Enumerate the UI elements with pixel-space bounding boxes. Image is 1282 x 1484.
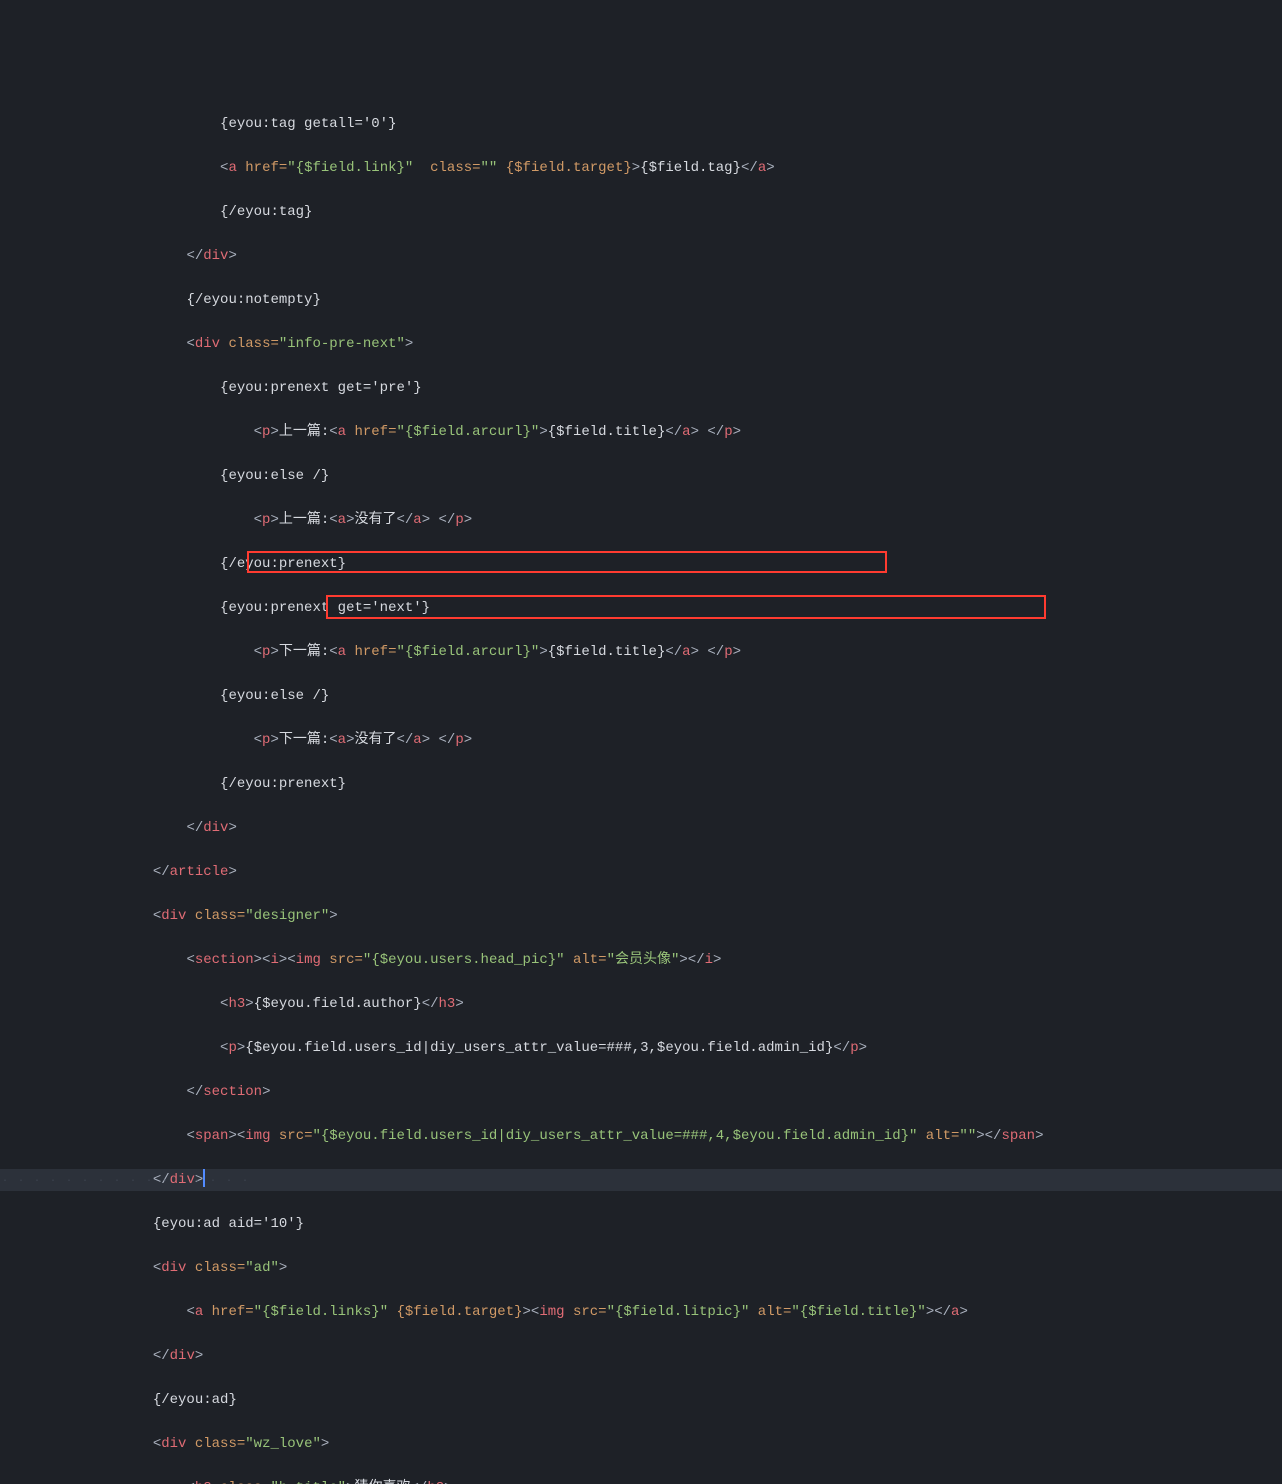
code-line[interactable]: </div> [0,1345,1282,1367]
code-line[interactable]: {eyou:prenext get='pre'} [0,377,1282,399]
code-line[interactable]: <p>上一篇:<a href="{$field.arcurl}">{$field… [0,421,1282,443]
template-tag: {eyou:tag getall='0'} [220,116,396,132]
code-line[interactable]: <p>下一篇:<a>没有了</a> </p> [0,729,1282,751]
code-line[interactable]: <div class="ad"> [0,1257,1282,1279]
code-line[interactable]: </div> [0,817,1282,839]
highlighted-code-1: {$eyou.field.users_id|diy_users_attr_val… [245,1040,833,1056]
code-line[interactable]: <span><img src="{$eyou.field.users_id|di… [0,1125,1282,1147]
code-line[interactable]: {/eyou:ad} [0,1389,1282,1411]
code-line[interactable]: <p>下一篇:<a href="{$field.arcurl}">{$field… [0,641,1282,663]
code-line[interactable]: </div> [0,245,1282,267]
code-editor[interactable]: {eyou:tag getall='0'} <a href="{$field.l… [0,88,1282,1484]
code-line[interactable]: <p>上一篇:<a>没有了</a> </p> [0,509,1282,531]
code-line[interactable]: {eyou:tag getall='0'} [0,113,1282,135]
code-line[interactable]: <div class="info-pre-next"> [0,333,1282,355]
code-line[interactable]: {eyou:prenext get='next'} [0,597,1282,619]
code-line[interactable]: <a href="{$field.links}" {$field.target}… [0,1301,1282,1323]
code-line[interactable]: {/eyou:prenext} [0,773,1282,795]
code-line[interactable]: <p>{$eyou.field.users_id|diy_users_attr_… [0,1037,1282,1059]
code-line[interactable]: {eyou:ad aid='10'} [0,1213,1282,1235]
code-line[interactable]: </article> [0,861,1282,883]
code-line[interactable]: {eyou:else /} [0,685,1282,707]
code-line-current[interactable]: . . . . . . . . . . . . . . . . </div> [0,1169,1282,1191]
code-line[interactable]: <div class="designer"> [0,905,1282,927]
code-line[interactable]: <section><i><img src="{$eyou.users.head_… [0,949,1282,971]
code-line[interactable]: {/eyou:tag} [0,201,1282,223]
code-line[interactable]: {/eyou:prenext} [0,553,1282,575]
highlighted-code-2: "{$eyou.field.users_id|diy_users_attr_va… [313,1128,918,1144]
code-line[interactable]: <a href="{$field.link}" class="" {$field… [0,157,1282,179]
code-line[interactable]: <h2 class="h_title">猜你喜欢</h2> [0,1477,1282,1484]
code-line[interactable]: {eyou:else /} [0,465,1282,487]
code-line[interactable]: <div class="wz_love"> [0,1433,1282,1455]
code-line[interactable]: </section> [0,1081,1282,1103]
code-line[interactable]: {/eyou:notempty} [0,289,1282,311]
code-line[interactable]: <h3>{$eyou.field.author}</h3> [0,993,1282,1015]
